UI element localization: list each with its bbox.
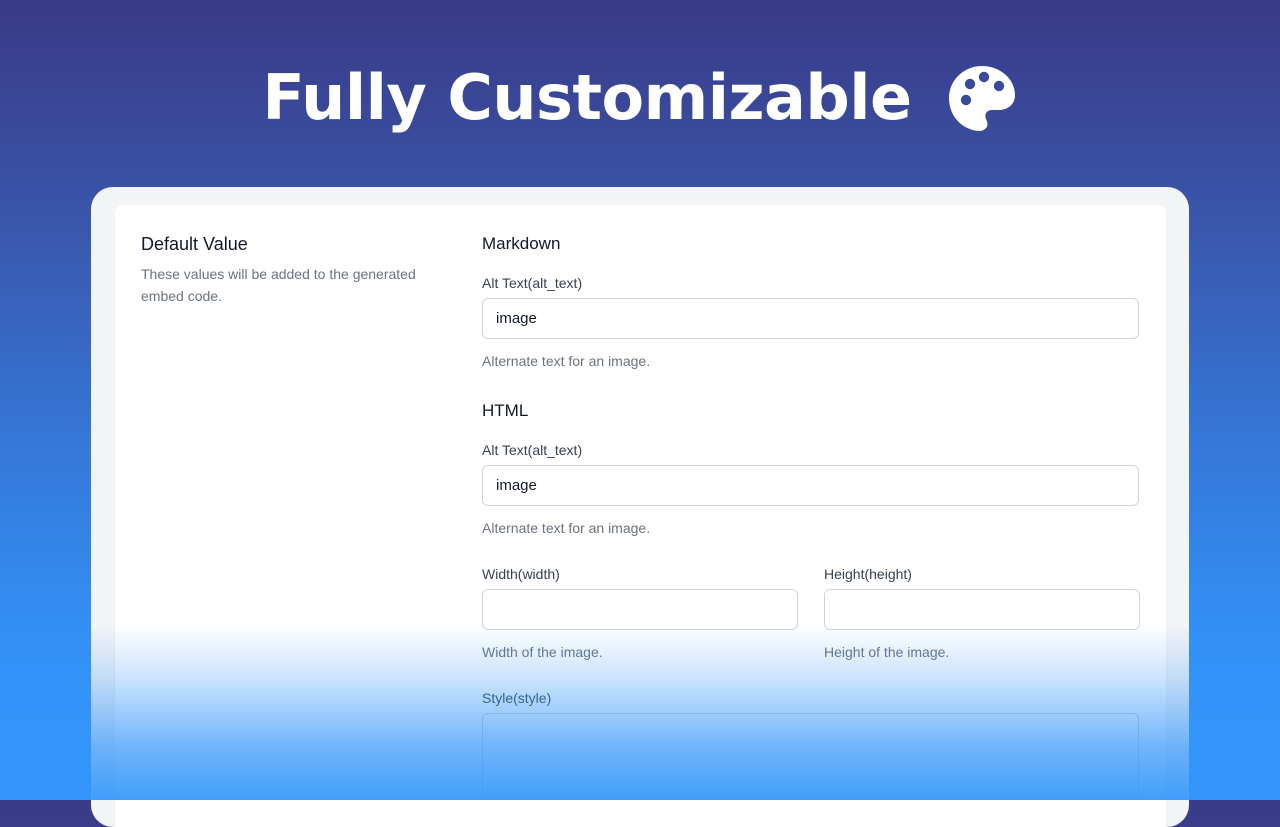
height-field: Height(height) Height of the image. bbox=[824, 565, 1140, 661]
hero-banner: Fully Customizable bbox=[0, 58, 1280, 138]
html-alt-help: Alternate text for an image. bbox=[482, 520, 651, 536]
hero-title: Fully Customizable bbox=[262, 61, 912, 134]
width-label: Width(width) bbox=[482, 566, 560, 582]
markdown-alt-label: Alt Text(alt_text) bbox=[482, 275, 583, 291]
section-heading: Default Value bbox=[141, 234, 248, 254]
settings-card: Default Value These values will be added… bbox=[115, 205, 1166, 827]
section-description: These values will be added to the genera… bbox=[141, 266, 416, 304]
width-help: Width of the image. bbox=[482, 644, 603, 660]
dimension-row: Width(width) Width of the image. Height(… bbox=[482, 565, 1140, 661]
height-label: Height(height) bbox=[824, 566, 912, 582]
style-textarea[interactable] bbox=[482, 713, 1139, 797]
height-help: Height of the image. bbox=[824, 644, 950, 660]
markdown-alt-help: Alternate text for an image. bbox=[482, 353, 651, 369]
height-input[interactable] bbox=[824, 589, 1140, 630]
style-field: Style(style) bbox=[482, 689, 1139, 797]
settings-frame: Default Value These values will be added… bbox=[91, 187, 1189, 827]
html-heading: HTML bbox=[482, 401, 529, 420]
width-input[interactable] bbox=[482, 589, 798, 630]
width-field: Width(width) Width of the image. bbox=[482, 565, 798, 661]
settings-form: Markdown Alt Text(alt_text) Alternate te… bbox=[482, 233, 1140, 797]
style-label: Style(style) bbox=[482, 690, 552, 706]
markdown-alt-input[interactable] bbox=[482, 298, 1139, 339]
html-alt-field: Alt Text(alt_text) Alternate text for an… bbox=[482, 441, 1139, 537]
html-alt-input[interactable] bbox=[482, 465, 1139, 506]
palette-icon bbox=[948, 66, 1015, 131]
markdown-alt-field: Alt Text(alt_text) Alternate text for an… bbox=[482, 274, 1139, 370]
html-alt-label: Alt Text(alt_text) bbox=[482, 442, 583, 458]
markdown-heading: Markdown bbox=[482, 234, 561, 253]
section-info: Default Value These values will be added… bbox=[141, 233, 461, 307]
